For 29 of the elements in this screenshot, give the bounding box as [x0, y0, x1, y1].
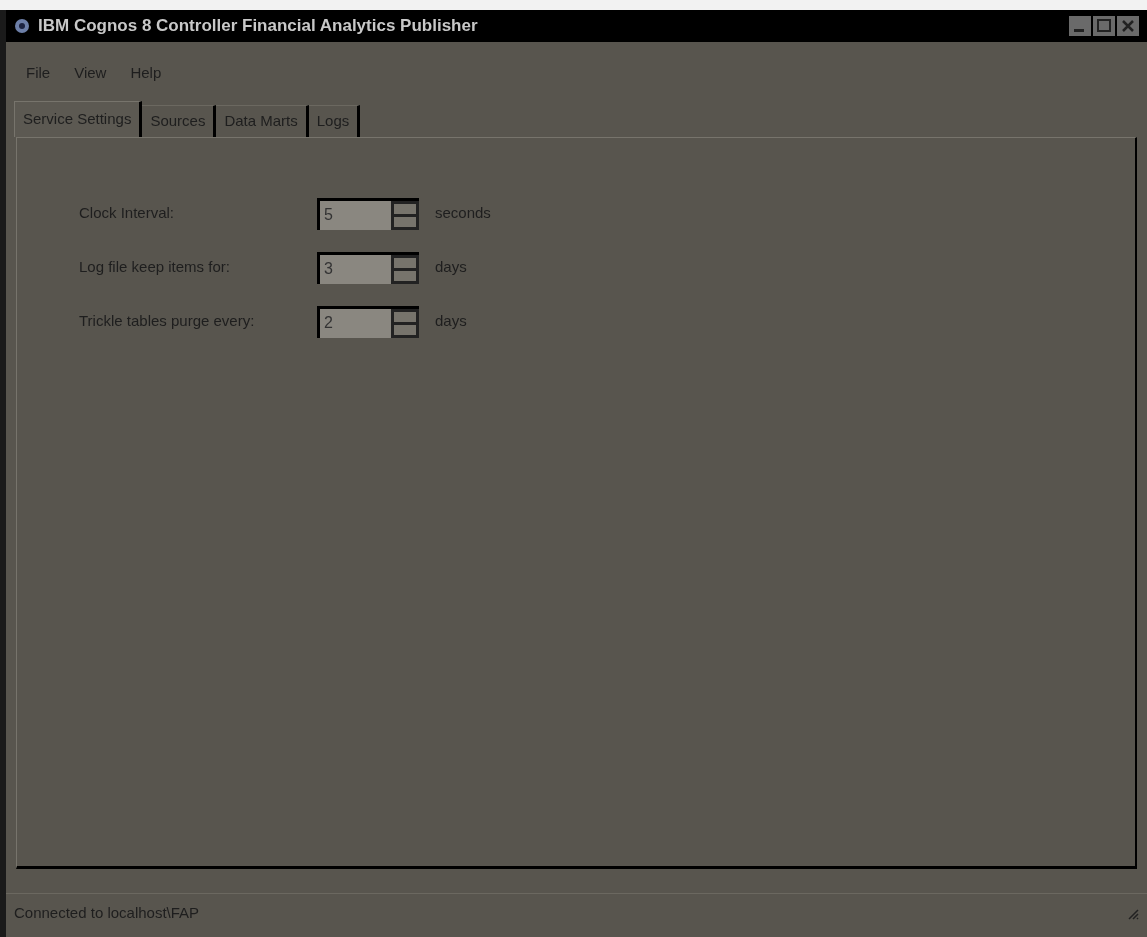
- setting-label: Log file keep items for:: [79, 257, 231, 278]
- unit-label: days: [435, 311, 467, 332]
- app-logo-icon: [14, 18, 30, 34]
- unit-label: days: [435, 257, 467, 278]
- maximize-icon[interactable]: [1093, 16, 1115, 36]
- spin-box[interactable]: 3: [317, 251, 419, 284]
- spin-arrows-icon[interactable]: [391, 254, 419, 284]
- setting-label: Trickle tables purge every:: [79, 311, 256, 332]
- spin-arrows-icon[interactable]: [391, 200, 419, 230]
- spin-box[interactable]: 2: [317, 305, 419, 338]
- spin-arrows-icon[interactable]: [391, 308, 419, 338]
- tab[interactable]: Service Settings: [14, 100, 143, 137]
- window-title: IBM Cognos 8 Controller Financial Analytics Publisher: [38, 15, 478, 38]
- tab[interactable]: Data Marts: [216, 104, 309, 137]
- setting-label: Clock Interval:: [79, 203, 176, 224]
- spin-value: 2: [323, 312, 334, 333]
- status-text: Connected to localhost\FAP: [14, 903, 200, 924]
- spin-box[interactable]: 5: [317, 197, 419, 230]
- tab[interactable]: Logs: [308, 104, 361, 137]
- menu-item[interactable]: View: [74, 62, 107, 85]
- spin-value: 3: [323, 258, 334, 279]
- resize-grip-icon[interactable]: [1127, 907, 1139, 920]
- tab[interactable]: Sources: [142, 104, 217, 137]
- unit-label: seconds: [435, 203, 491, 224]
- menu-item[interactable]: File: [26, 62, 51, 85]
- spin-value: 5: [323, 204, 334, 225]
- minimize-icon[interactable]: [1069, 16, 1091, 36]
- close-icon[interactable]: [1117, 16, 1139, 36]
- menu-item[interactable]: Help: [130, 62, 162, 85]
